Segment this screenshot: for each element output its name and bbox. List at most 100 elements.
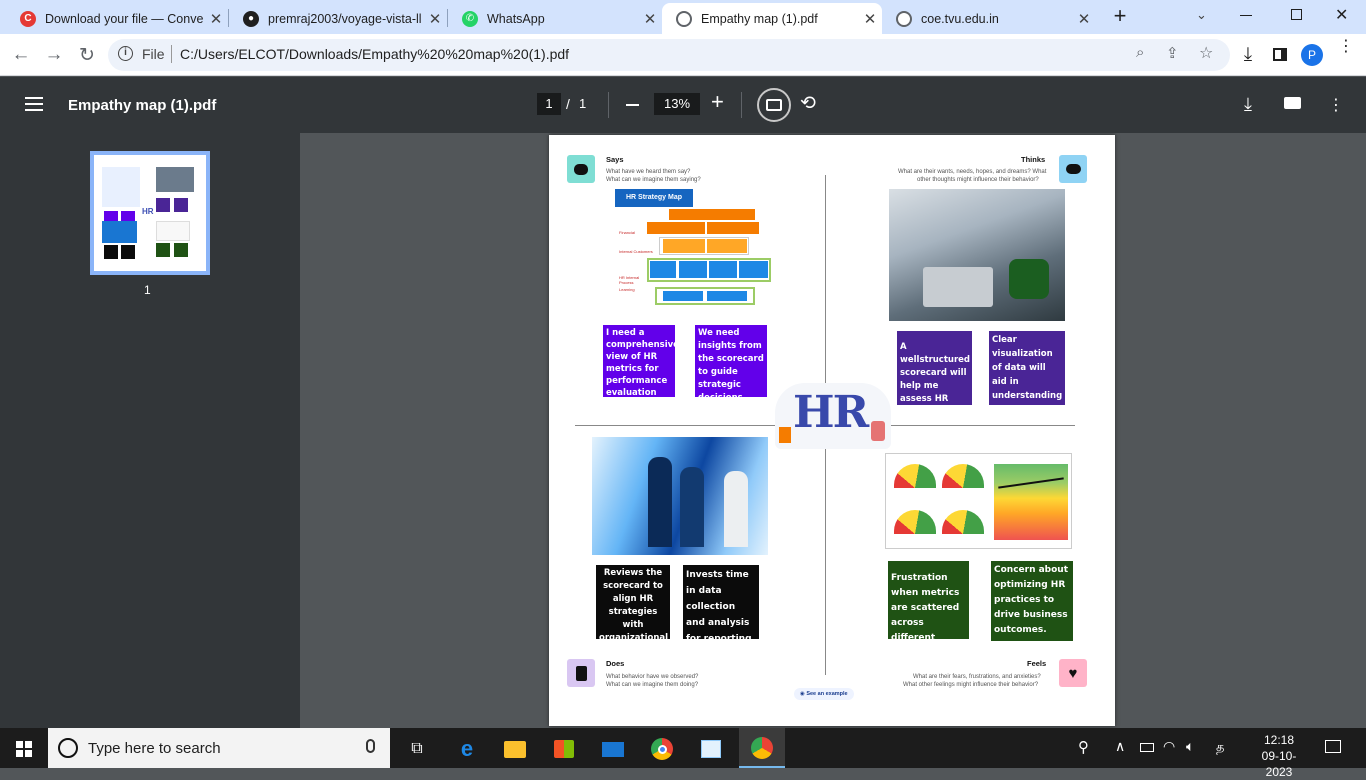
tab-strip: C Download your file — Conve ✕ ● premraj… bbox=[0, 0, 1366, 34]
page-number-input[interactable]: 1 bbox=[537, 93, 561, 115]
forward-button[interactable]: → bbox=[41, 42, 67, 68]
close-tab-icon[interactable]: ✕ bbox=[1072, 10, 1096, 28]
tab-whatsapp[interactable]: ✆ WhatsApp ✕ bbox=[448, 3, 662, 34]
minimize-icon[interactable] bbox=[1240, 15, 1252, 16]
tab-github[interactable]: ● premraj2003/voyage-vista-ll ✕ bbox=[229, 3, 447, 34]
chrome-profile-active-taskbar-item[interactable] bbox=[739, 728, 785, 768]
people-icon[interactable]: ⚲ bbox=[1078, 738, 1089, 756]
close-tab-icon[interactable]: ✕ bbox=[858, 10, 882, 28]
thinks-line1: What are their wants, needs, hopes, and … bbox=[898, 169, 1047, 175]
close-tab-icon[interactable]: ✕ bbox=[204, 10, 228, 28]
thumb-note bbox=[174, 198, 188, 212]
url-text[interactable]: C:/Users/ELCOT/Downloads/Empathy%20%20ma… bbox=[180, 46, 569, 62]
divider bbox=[741, 92, 742, 118]
show-hidden-icons-chevron[interactable]: ∧ bbox=[1115, 738, 1125, 755]
pdf-viewer[interactable]: Says What have we heard them say? What c… bbox=[300, 133, 1366, 728]
zoom-in-icon[interactable]: + bbox=[711, 89, 724, 115]
restore-icon[interactable] bbox=[1291, 9, 1302, 20]
task-view-icon[interactable]: ⧉ bbox=[402, 734, 432, 764]
microphone-icon[interactable] bbox=[366, 739, 375, 753]
new-tab-button[interactable]: + bbox=[1108, 5, 1132, 28]
clock-date: 09-10-2023 bbox=[1261, 749, 1297, 779]
close-tab-icon[interactable]: ✕ bbox=[638, 10, 662, 28]
strategy-box bbox=[669, 209, 755, 220]
laptop-shape bbox=[923, 267, 993, 307]
info-icon[interactable]: i bbox=[118, 46, 133, 61]
strategy-box bbox=[707, 239, 747, 253]
rotate-icon[interactable]: ⟲ bbox=[800, 92, 816, 115]
see-example-link[interactable]: ◉ See an example bbox=[794, 688, 854, 700]
mail-icon[interactable] bbox=[598, 734, 628, 764]
close-window-icon[interactable]: ✕ bbox=[1335, 5, 1348, 25]
gauge-chart bbox=[894, 464, 936, 488]
strategy-row-label: Financial bbox=[619, 230, 636, 235]
clock[interactable]: 12:18 09-10-2023 bbox=[1250, 732, 1308, 780]
file-explorer-icon[interactable] bbox=[500, 734, 530, 764]
back-button[interactable]: ← bbox=[8, 42, 34, 68]
download-icon[interactable]: ⤓ bbox=[1244, 94, 1252, 115]
pdf-title: Empathy map (1).pdf bbox=[68, 97, 217, 114]
volume-icon[interactable]: 🔈︎ bbox=[1186, 738, 1194, 755]
strategy-box bbox=[679, 261, 707, 278]
more-actions-icon[interactable]: ⋮ bbox=[1328, 95, 1344, 115]
person-silhouette bbox=[724, 471, 748, 547]
thumb-note bbox=[174, 243, 188, 257]
feels-title: Feels bbox=[1027, 659, 1047, 668]
speech-bubble-icon bbox=[567, 155, 595, 183]
divider bbox=[171, 45, 172, 63]
taskbar-search-box[interactable]: Type here to search bbox=[48, 728, 390, 768]
tab-coe-tvu[interactable]: coe.tvu.edu.in ✕ bbox=[882, 3, 1096, 34]
zoom-out-icon[interactable] bbox=[626, 104, 639, 106]
fit-to-page-button[interactable] bbox=[757, 88, 791, 122]
close-tab-icon[interactable]: ✕ bbox=[423, 10, 447, 28]
clipboard-icon bbox=[567, 659, 595, 687]
print-icon[interactable] bbox=[1284, 97, 1301, 109]
says-line2: What can we imagine them saying? bbox=[606, 177, 701, 183]
edge-icon[interactable]: e bbox=[452, 734, 482, 764]
page-separator: / bbox=[566, 96, 570, 112]
thinks-line2: other thoughts might influence their beh… bbox=[917, 177, 1039, 183]
wifi-icon[interactable]: ◠ bbox=[1163, 738, 1175, 755]
thumbnail-sidebar: HR 1 bbox=[0, 133, 300, 728]
bookmark-star-icon[interactable]: ☆ bbox=[1199, 43, 1213, 63]
business-meeting-photo bbox=[592, 437, 768, 555]
logo-decoration bbox=[779, 427, 791, 443]
does-note-2: Invests time in data collection and anal… bbox=[683, 565, 759, 639]
photos-app-icon[interactable] bbox=[696, 734, 726, 764]
microsoft-store-icon[interactable] bbox=[549, 734, 579, 764]
input-language-indicator[interactable]: த bbox=[1216, 739, 1224, 756]
strategy-box bbox=[663, 291, 703, 301]
says-note-1: I need a comprehensive view of HR metric… bbox=[603, 325, 675, 397]
share-icon[interactable]: ⇪ bbox=[1166, 44, 1179, 62]
person-silhouette bbox=[680, 467, 704, 547]
downloads-icon[interactable]: ⤓ bbox=[1235, 42, 1261, 68]
tab-empathy-map[interactable]: Empathy map (1).pdf ✕ bbox=[662, 3, 882, 34]
gauge-chart bbox=[942, 464, 984, 488]
tab-search-chevron-icon[interactable]: ⌄ bbox=[1196, 7, 1207, 23]
pdf-toolbar: Empathy map (1).pdf 1 / 1 13% + ⟲ ⤓ ⋮ bbox=[0, 77, 1366, 133]
reload-button[interactable]: ↻ bbox=[74, 42, 100, 68]
page-total: 1 bbox=[579, 96, 587, 111]
whatsapp-icon: ✆ bbox=[462, 10, 478, 27]
thumbnail-preview: HR bbox=[94, 155, 206, 271]
browser-menu-icon[interactable]: ⋮ bbox=[1338, 39, 1354, 55]
menu-icon[interactable] bbox=[25, 97, 43, 99]
windows-start-icon[interactable] bbox=[16, 741, 32, 757]
person-shirt-shape bbox=[1009, 259, 1049, 299]
thumb-photo bbox=[102, 221, 137, 243]
strategy-map-title: HR Strategy Map bbox=[615, 189, 693, 207]
strategy-box bbox=[707, 222, 759, 234]
address-bar[interactable]: i File C:/Users/ELCOT/Downloads/Empathy%… bbox=[108, 39, 1230, 71]
chrome-icon[interactable] bbox=[647, 734, 677, 764]
zoom-icon[interactable]: ⌕ bbox=[1136, 44, 1144, 61]
notification-center-icon[interactable] bbox=[1325, 740, 1341, 753]
strategy-box bbox=[739, 261, 768, 278]
battery-icon[interactable] bbox=[1140, 743, 1154, 752]
profile-avatar[interactable]: P bbox=[1301, 44, 1323, 66]
tab-download-converter[interactable]: C Download your file — Conve ✕ bbox=[6, 3, 228, 34]
windows-taskbar: Type here to search ⧉ e ⚲ ∧ ◠ 🔈︎ த 12:18… bbox=[0, 728, 1366, 779]
globe-icon bbox=[896, 10, 912, 27]
side-panel-icon[interactable] bbox=[1273, 48, 1287, 61]
zoom-level-input[interactable]: 13% bbox=[654, 93, 700, 115]
page-thumbnail[interactable]: HR bbox=[90, 151, 210, 275]
